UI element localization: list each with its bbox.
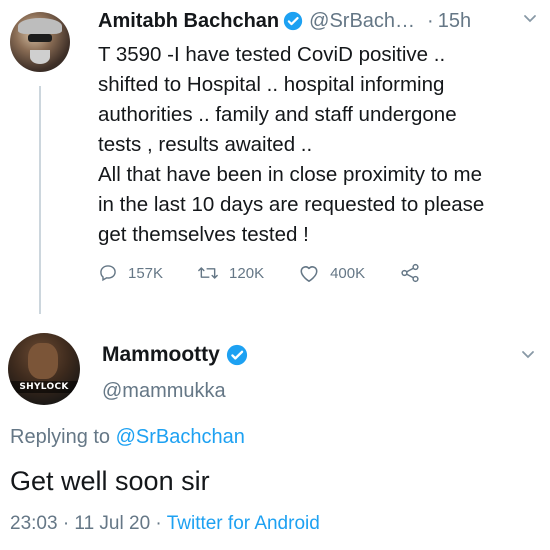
chevron-down-icon[interactable] [522, 10, 538, 31]
share-button[interactable] [399, 262, 431, 284]
tweet-line: shifted to Hospital .. hospital informin… [98, 73, 445, 96]
client-link[interactable]: Twitter for Android [167, 513, 320, 534]
reply-author-name[interactable]: Mammootty [102, 343, 220, 367]
avatar-hair [18, 18, 62, 34]
tweet-body: T 3590 -I have tested CoviD positive .. … [98, 40, 538, 250]
replying-prefix: Replying to [10, 426, 111, 448]
tweet-line: in the last 10 days are requested to ple… [98, 193, 485, 216]
avatar-face [28, 343, 58, 379]
reply-meta: 23:03 · 11 Jul 20 · Twitter for Android [10, 513, 320, 535]
retweet-button[interactable]: 120K [197, 263, 264, 283]
original-tweet[interactable]: Amitabh Bachchan @SrBach… · 15h T 3590 -… [98, 8, 538, 284]
tweet-line: All that have been in close proximity to… [98, 163, 482, 186]
mammootty-avatar[interactable]: SHYLOCK [8, 333, 80, 405]
amitabh-avatar[interactable] [10, 12, 70, 72]
retweet-icon [198, 267, 218, 279]
tweet-line: authorities .. family and staff undergon… [98, 103, 457, 126]
reply-count: 157K [128, 264, 164, 282]
tweet-line: T 3590 -I have tested CoviD positive .. [98, 43, 446, 66]
reply-author-handle[interactable]: @mammukka [102, 380, 226, 403]
author-handle[interactable]: @SrBach… [309, 8, 415, 34]
avatar-beard [30, 50, 50, 64]
tweet-time[interactable]: 15h [438, 8, 471, 34]
tweet-line: tests , results awaited .. [98, 133, 313, 156]
retweet-count: 120K [229, 264, 265, 282]
reply-tweet-text: Get well soon sir [10, 466, 210, 496]
tweet-actions: 157K 120K 400K [98, 262, 538, 284]
separator-dot: · [427, 10, 434, 32]
reply-icon [100, 265, 116, 282]
heart-icon [300, 266, 318, 282]
verified-badge-icon [226, 344, 247, 366]
verified-badge-icon [283, 11, 303, 31]
thread-connector-line [39, 86, 41, 314]
like-button[interactable]: 400K [298, 263, 365, 283]
author-name[interactable]: Amitabh Bachchan [98, 8, 279, 34]
reply-author-row: Mammootty [102, 343, 248, 367]
reply-timestamp[interactable]: 23:03 · 11 Jul 20 · [10, 513, 162, 534]
avatar-sunglasses [28, 34, 52, 42]
replying-to: Replying to @SrBachchan [10, 426, 245, 449]
like-count: 400K [330, 264, 366, 282]
replying-mention-link[interactable]: @SrBachchan [116, 426, 245, 448]
chevron-down-icon[interactable] [520, 346, 536, 367]
reply-button[interactable]: 157K [98, 263, 163, 283]
avatar-overlay-text: SHYLOCK [8, 381, 80, 393]
share-icon [401, 263, 419, 283]
tweet-header: Amitabh Bachchan @SrBach… · 15h [98, 8, 538, 34]
tweet-line: get themselves tested ! [98, 223, 309, 246]
